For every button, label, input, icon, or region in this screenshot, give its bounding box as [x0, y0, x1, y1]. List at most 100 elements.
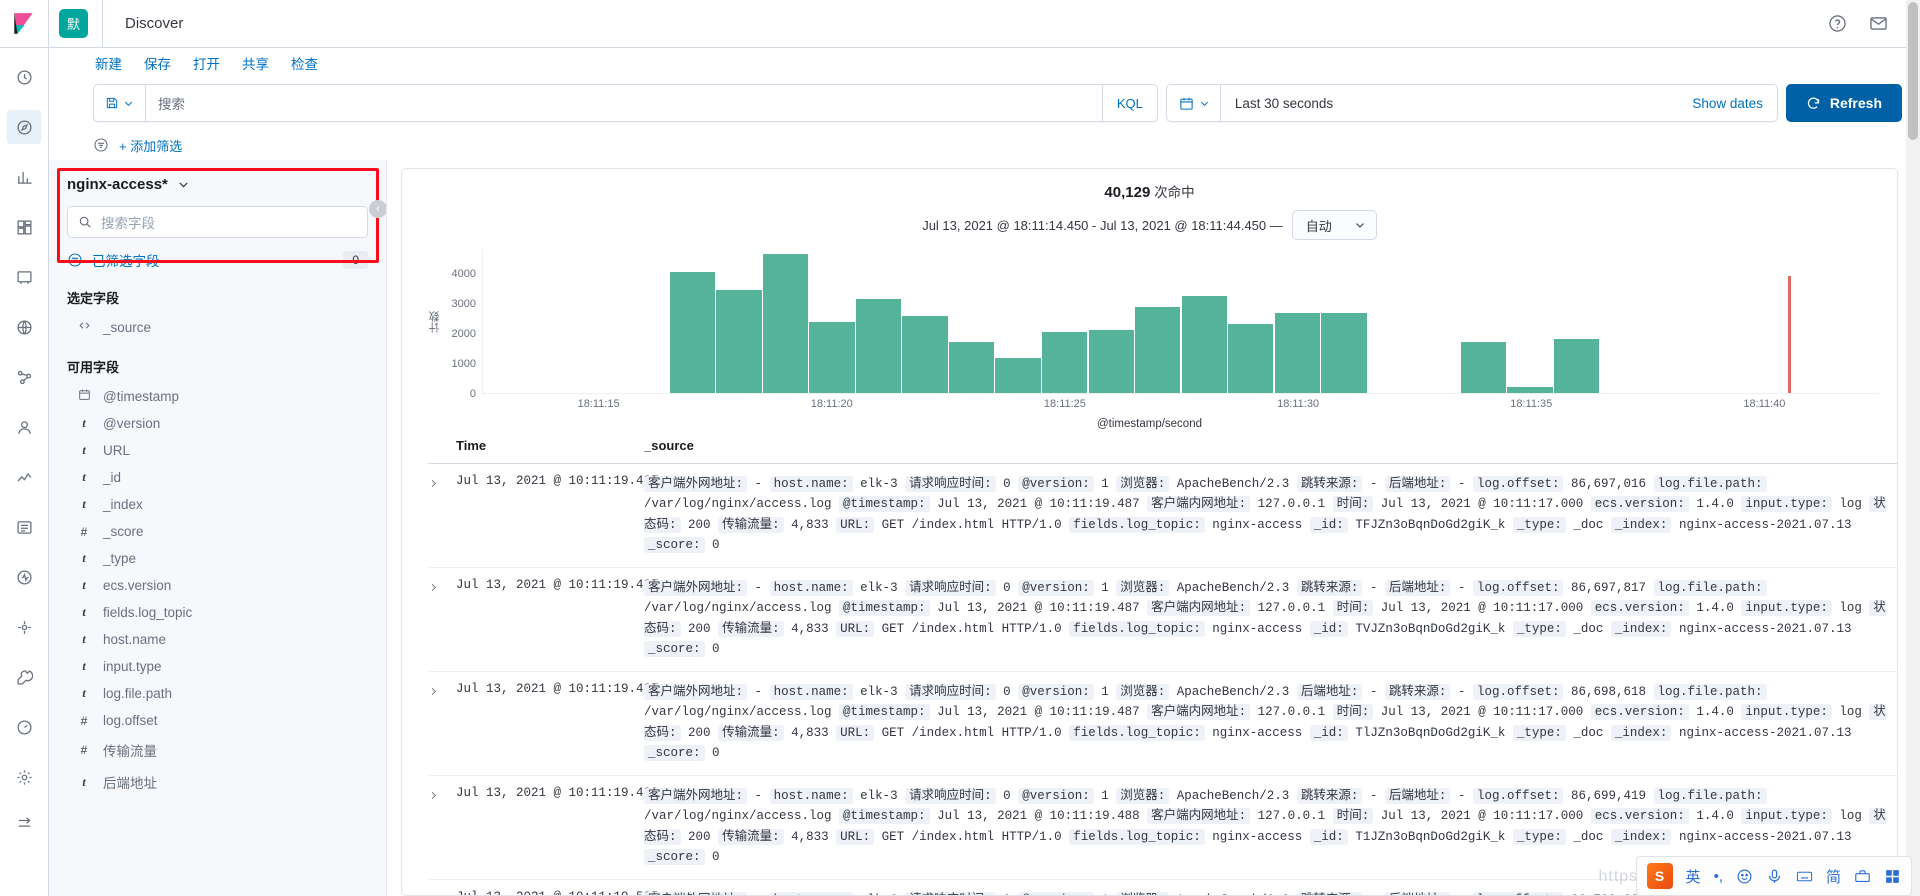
histogram-bar[interactable] [1181, 296, 1227, 393]
scrollbar-thumb[interactable] [1908, 2, 1918, 140]
expand-row-button[interactable] [428, 578, 456, 659]
field-item[interactable]: t URL [67, 437, 368, 464]
menu-share[interactable]: 共享 [242, 53, 269, 73]
histogram-bar[interactable] [1041, 331, 1088, 393]
sogou-ime-logo[interactable]: S [1646, 863, 1673, 889]
machine-learning-icon[interactable] [7, 360, 41, 394]
collapse-nav-icon[interactable] [7, 810, 41, 844]
field-item[interactable]: t host.name [67, 626, 368, 653]
field-item[interactable]: t _index [67, 491, 368, 518]
emoji-icon[interactable] [1736, 868, 1753, 885]
search-input[interactable]: 搜索 [146, 93, 1102, 113]
field-name: log.offset [103, 713, 158, 728]
field-item[interactable]: # log.offset [67, 707, 368, 734]
field-item[interactable]: t 后端地址 [67, 766, 368, 798]
histogram-bar[interactable] [716, 290, 762, 393]
query-language-button[interactable]: KQL [1101, 85, 1157, 121]
field-item[interactable]: t @version [67, 410, 368, 437]
user-icon[interactable] [7, 410, 41, 444]
expand-row-button[interactable] [428, 786, 456, 867]
calendar-icon[interactable] [1167, 85, 1221, 121]
expand-row-button[interactable] [428, 682, 456, 763]
histogram-bar[interactable] [1460, 342, 1507, 393]
histogram-bar[interactable] [669, 272, 716, 393]
saved-query-icon[interactable] [94, 85, 146, 121]
field-item[interactable]: t fields.log_topic [67, 599, 368, 626]
add-filter-button[interactable]: + 添加筛选 [119, 136, 182, 155]
visualize-icon[interactable] [7, 160, 41, 194]
time-column-header: Time [456, 438, 487, 453]
interval-selector[interactable]: 自动 [1291, 210, 1377, 240]
app-grid-icon[interactable] [1884, 868, 1901, 885]
menu-inspect[interactable]: 检查 [291, 53, 318, 73]
histogram-bar[interactable] [1135, 307, 1181, 393]
ime-mode-button[interactable]: 英 [1686, 866, 1701, 887]
discover-icon[interactable] [7, 110, 41, 144]
field-item[interactable]: # 传输流量 [67, 734, 368, 766]
menu-save[interactable]: 保存 [144, 53, 171, 73]
histogram-bar[interactable] [1228, 324, 1274, 393]
table-row[interactable]: Jul 13, 2021 @ 10:11:19.487 客户端外网地址: - ho… [428, 672, 1897, 776]
field-key: ecs.version: [1590, 704, 1689, 721]
histogram-bar[interactable] [762, 254, 809, 393]
ime-toolbar: S 英 •, 简 [1635, 856, 1912, 896]
apm-icon[interactable] [7, 610, 41, 644]
histogram-bar[interactable] [855, 299, 902, 393]
kibana-logo[interactable] [0, 0, 49, 48]
refresh-button[interactable]: Refresh [1785, 84, 1902, 122]
recently-viewed-icon[interactable] [7, 60, 41, 94]
field-item[interactable]: @timestamp [67, 382, 368, 410]
table-row[interactable]: Jul 13, 2021 @ 10:11:19.487 客户端外网地址: - ho… [428, 568, 1897, 672]
field-key: ecs.version: [1590, 496, 1689, 513]
histogram-bar[interactable] [902, 315, 948, 393]
histogram-bar[interactable] [1274, 312, 1320, 393]
expand-row-button[interactable] [428, 890, 456, 895]
histogram-bar[interactable] [1507, 387, 1553, 393]
logs-icon[interactable] [7, 510, 41, 544]
expand-row-button[interactable] [428, 474, 456, 555]
simplified-traditional-icon[interactable]: 简 [1826, 866, 1841, 887]
show-dates-button[interactable]: Show dates [1678, 96, 1777, 111]
chart-plot-area[interactable] [482, 250, 1879, 394]
histogram-bar[interactable] [995, 357, 1041, 393]
filter-icon[interactable] [93, 137, 109, 153]
maps-icon[interactable] [7, 310, 41, 344]
sidebar-collapse-button[interactable]: ‹ [369, 200, 386, 218]
field-item[interactable]: t _type [67, 545, 368, 572]
keyboard-icon[interactable] [1796, 868, 1813, 885]
histogram-bar[interactable] [1553, 339, 1600, 393]
field-item[interactable]: t _id [67, 464, 368, 491]
field-search-input[interactable]: 搜索字段 [67, 206, 368, 238]
page-scrollbar[interactable] [1906, 0, 1920, 896]
field-key: 客户端内网地址: [1147, 496, 1251, 513]
histogram-bar[interactable] [809, 321, 855, 393]
histogram-bar[interactable] [1088, 330, 1134, 393]
dashboard-icon[interactable] [7, 210, 41, 244]
punctuation-icon[interactable]: •, [1714, 868, 1723, 885]
time-range-value[interactable]: Last 30 seconds [1221, 96, 1678, 111]
menu-new[interactable]: 新建 [95, 53, 122, 73]
field-item[interactable]: t input.type [67, 653, 368, 680]
table-row[interactable]: Jul 13, 2021 @ 10:11:19.487 客户端外网地址: - ho… [428, 464, 1897, 568]
field-item[interactable]: _source [67, 313, 368, 341]
metrics-icon[interactable] [7, 460, 41, 494]
mail-icon[interactable] [1869, 14, 1888, 33]
voice-input-icon[interactable] [1766, 868, 1783, 885]
histogram-bar[interactable] [1321, 312, 1367, 393]
toolbox-icon[interactable] [1854, 868, 1871, 885]
space-badge[interactable]: 默 [59, 9, 88, 38]
monitoring-icon[interactable] [7, 710, 41, 744]
histogram-bar[interactable] [948, 341, 995, 393]
help-circle-icon[interactable] [1828, 14, 1847, 33]
index-pattern-selector[interactable]: nginx-access* [67, 176, 368, 193]
row-source: 客户端外网地址: - host.name: elk-3 请求响应时间: 0 @v… [644, 474, 1897, 555]
filtered-fields-toggle[interactable]: 已筛选字段 0 [67, 248, 368, 272]
field-item[interactable]: # _score [67, 518, 368, 545]
field-item[interactable]: t log.file.path [67, 680, 368, 707]
uptime-icon[interactable] [7, 560, 41, 594]
canvas-icon[interactable] [7, 260, 41, 294]
field-item[interactable]: t ecs.version [67, 572, 368, 599]
menu-open[interactable]: 打开 [193, 53, 220, 73]
devtools-icon[interactable] [7, 660, 41, 694]
management-gear-icon[interactable] [7, 760, 41, 794]
